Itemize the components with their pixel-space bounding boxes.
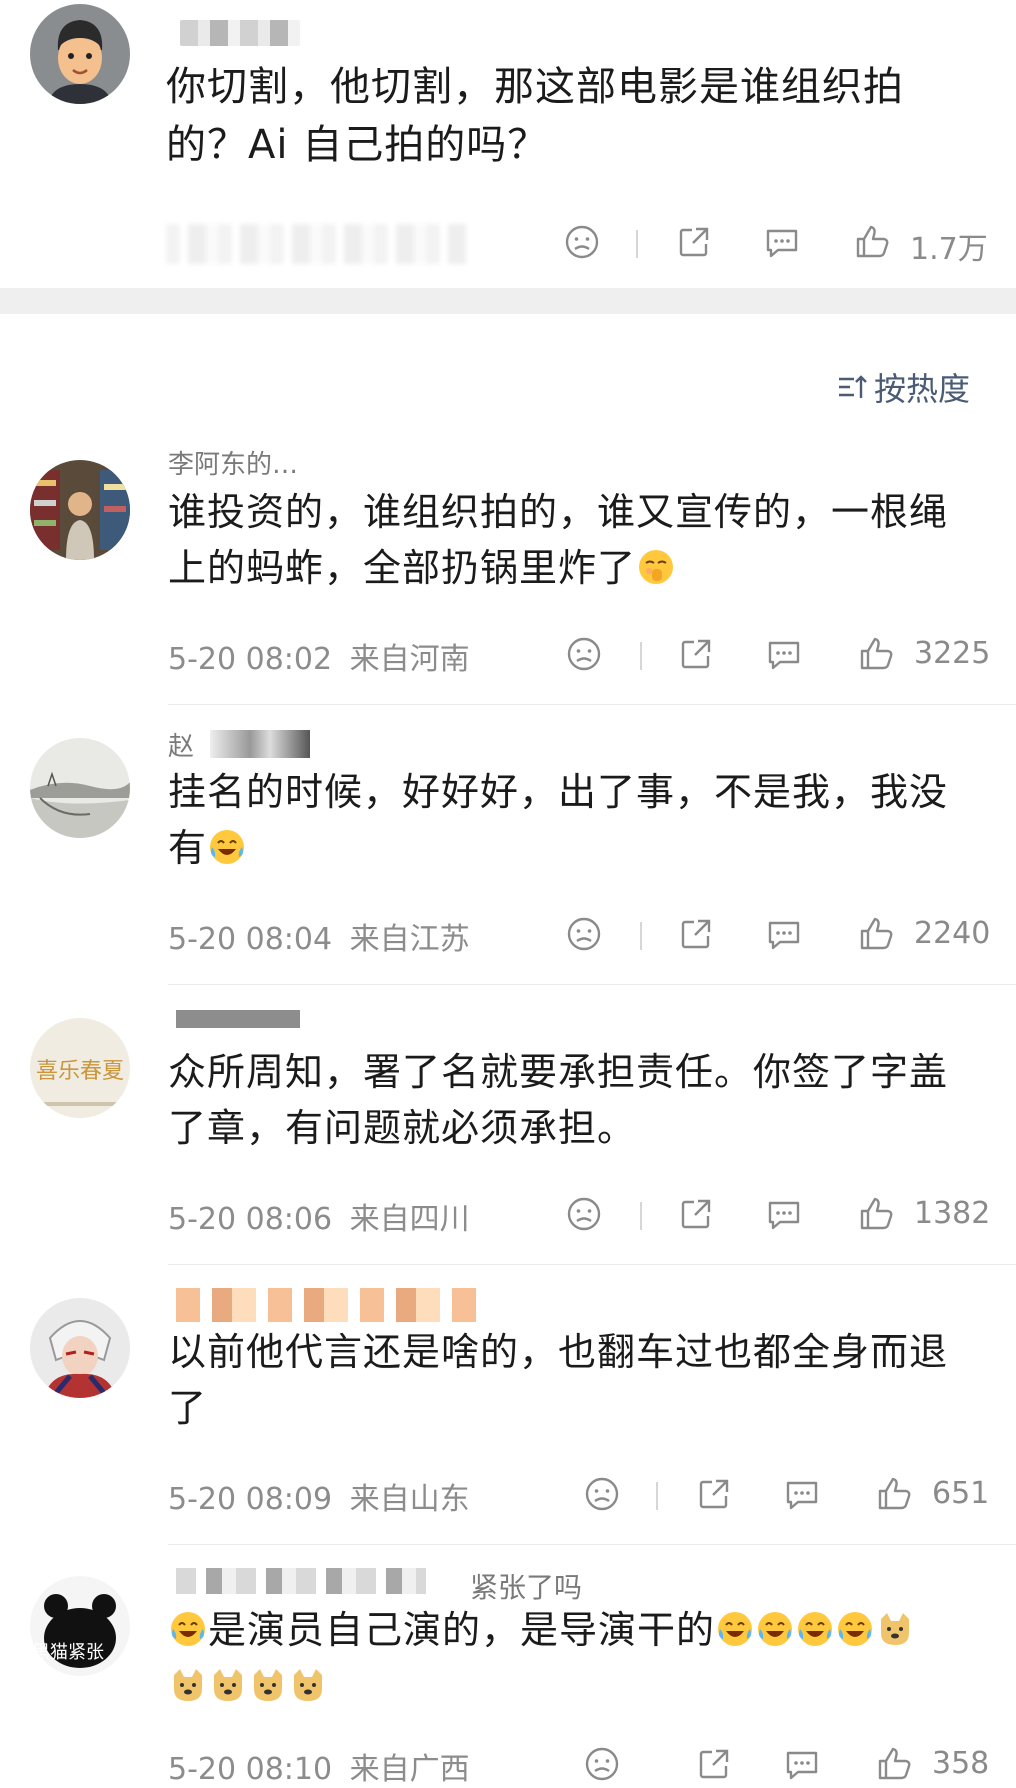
thumbs-up-icon[interactable] [874,1744,914,1784]
comment-actions: 2240 [0,914,1016,958]
comment-like-count: 3225 [914,636,991,671]
doge-emoji-icon [174,1669,202,1701]
comment-divider [168,1264,1016,1265]
comment-text-body: 挂名的时候，好好好，出了事，不是我，我没有 [168,770,949,870]
dislike-face-icon[interactable] [562,222,602,262]
landscape-sketch-avatar-icon [30,738,130,838]
comment-actions: 3225 [0,634,1016,678]
thumbs-up-icon[interactable] [856,634,896,674]
comment-item: 赵 挂名的时候，好好好，出了事，不是我，我没有 5-20 08:04 来自江苏 … [0,730,1016,985]
comment-username[interactable]: 赵 [168,726,194,763]
post-like-count: 1.7万 [910,232,988,267]
doge-emoji-icon [881,1613,910,1645]
comment-item: 喜乐春夏 众所周知，署了名就要承担责任。你签了字盖了章，有问题就必须承担。 5-… [0,1010,1016,1265]
comment-divider [168,704,1016,705]
laugh-cry-emoji-icon [718,1612,753,1646]
doge-emoji-icon [254,1669,282,1701]
comment-like-count: 651 [932,1476,990,1511]
comment-like-count: 2240 [914,916,991,951]
post-username-redacted [180,20,300,46]
comment-like-count: 358 [932,1746,990,1781]
comment-like-count: 1382 [914,1196,991,1231]
action-separator [640,642,642,670]
thumbs-up-icon[interactable] [852,222,892,262]
avatar-caption: 黑猫紧张 [32,1642,104,1663]
comment-avatar[interactable]: 喜乐春夏 [30,1018,130,1118]
comment-item: 黑猫紧张 紧张了吗 是演员自己演的，是导演干的 5-20 08:10 来自广西 … [0,1568,1016,1787]
action-separator [656,1482,658,1510]
share-icon[interactable] [676,914,716,954]
username-redacted [176,1288,486,1322]
action-separator [640,1202,642,1230]
cartoon-man-avatar-icon [30,4,130,104]
sort-toggle[interactable]: 按热度 [836,364,970,410]
comment-text-body: 谁投资的，谁组织拍的，谁又宣传的，一根绳上的蚂蚱，全部扔锅里炸了 [168,490,949,590]
comment-icon[interactable] [764,634,804,674]
doge-emoji-icon [294,1669,322,1701]
comment-icon[interactable] [764,1194,804,1234]
username-redacted [176,1010,300,1028]
dislike-face-icon[interactable] [564,1194,604,1234]
comment-item: 以前他代言还是啥的，也翻车过也都全身而退了 5-20 08:09 来自山东 65… [0,1288,1016,1545]
sort-label: 按热度 [873,370,970,408]
store-aisle-avatar-icon [30,460,130,560]
comment-text: 以前他代言还是啥的，也翻车过也都全身而退了 [168,1330,949,1430]
comment-icon[interactable] [782,1474,822,1514]
doge-emoji-icon [214,1669,242,1701]
comment-icon[interactable] [764,914,804,954]
comment-actions: 1382 [0,1194,1016,1238]
username-redacted [210,730,310,758]
comment-username[interactable]: 李阿东的… [168,444,298,481]
laugh-cry-emoji-icon [210,830,245,864]
share-icon[interactable] [676,634,716,674]
dislike-face-icon[interactable] [564,634,604,674]
svg-text:喜乐春夏: 喜乐春夏 [36,1059,124,1084]
share-icon[interactable] [674,222,714,262]
sort-icon [838,375,867,398]
comment-text: 挂名的时候，好好好，出了事，不是我，我没有 [168,764,968,876]
comment-username[interactable]: 紧张了吗 [470,1566,582,1606]
comment-text-body: 是演员自己演的，是导演干的 [208,1608,716,1652]
action-separator [640,922,642,950]
comment-text: 是演员自己演的，是导演干的 [168,1602,968,1714]
shush-face-emoji-icon [639,550,674,584]
comment-divider [168,984,1016,985]
comment-icon[interactable] [782,1744,822,1784]
dislike-face-icon[interactable] [582,1474,622,1514]
anime-character-avatar-icon [30,1298,130,1398]
thumbs-up-icon[interactable] [856,914,896,954]
share-icon[interactable] [694,1474,734,1514]
comment-text: 众所周知，署了名就要承担责任。你签了字盖了章，有问题就必须承担。 [168,1050,949,1150]
calligraphy-avatar-icon: 喜乐春夏 [30,1018,130,1118]
thumbs-up-icon[interactable] [856,1194,896,1234]
main-post: 你切割，他切割，那这部电影是谁组织拍的？Ai 自己拍的吗？ 1.7万 [0,0,1016,286]
comment-avatar[interactable]: 黑猫紧张 [30,1576,130,1676]
comment-text: 谁投资的，谁组织拍的，谁又宣传的，一根绳上的蚂蚱，全部扔锅里炸了 [168,484,968,596]
dislike-face-icon[interactable] [564,914,604,954]
post-text: 你切割，他切割，那这部电影是谁组织拍的？Ai 自己拍的吗？ [166,64,904,168]
post-avatar[interactable] [30,4,130,104]
laugh-cry-emoji-icon [171,1612,205,1646]
comment-divider [168,1544,1016,1545]
action-separator [636,230,638,258]
comment-actions: 358 [0,1744,1016,1788]
username-redacted [176,1568,426,1594]
share-icon[interactable] [694,1744,734,1784]
comment-actions: 651 [0,1474,1016,1518]
share-icon[interactable] [676,1194,716,1234]
section-separator [0,288,1016,314]
laugh-cry-emoji-icon [758,1612,793,1646]
laugh-cry-emoji-icon [838,1612,873,1646]
thumbs-up-icon[interactable] [874,1474,914,1514]
post-actions: 1.7万 [0,222,1016,267]
comment-avatar[interactable] [30,738,130,838]
comment-item: 李阿东的… 谁投资的，谁组织拍的，谁又宣传的，一根绳上的蚂蚱，全部扔锅里炸了 5… [0,450,1016,705]
comment-avatar[interactable] [30,1298,130,1398]
comment-icon[interactable] [762,222,802,262]
dislike-face-icon[interactable] [582,1744,622,1784]
laugh-cry-emoji-icon [798,1612,833,1646]
comment-avatar[interactable] [30,460,130,560]
